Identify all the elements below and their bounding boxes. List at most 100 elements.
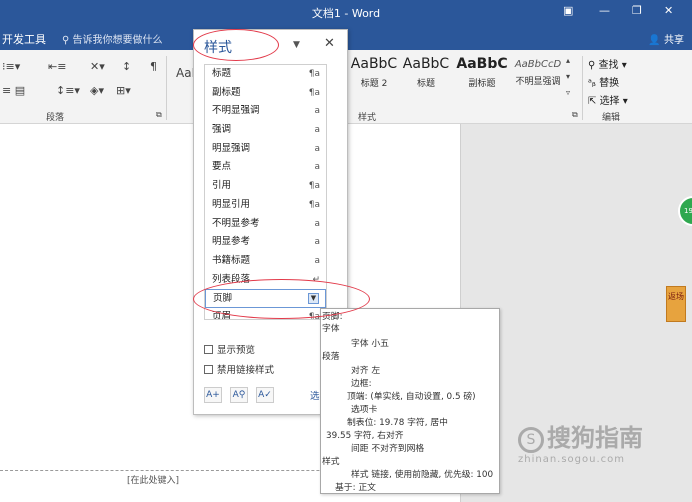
sort-icon[interactable]: ↕: [122, 60, 131, 73]
list-item-label: 要点: [212, 161, 232, 173]
style-type-icon: a: [314, 106, 320, 117]
paragraph-group-label: 段落: [46, 113, 65, 123]
style-item-strong[interactable]: 要点 a: [205, 158, 326, 177]
watermark: S 搜狗指南 zhinan.sogou.com: [518, 418, 643, 465]
show-preview-checkbox[interactable]: 显示预览: [204, 342, 255, 356]
style-sample: AaBbC: [456, 56, 508, 72]
chinese-layout-icon[interactable]: ✕▾: [90, 60, 105, 73]
gallery-scroll-up-icon[interactable]: ▴: [566, 56, 570, 65]
checkbox-label: 显示预览: [217, 345, 256, 356]
tooltip-line: 选项卡: [351, 405, 378, 415]
title-bar: 文档1 - Word ▣ — ❐ ✕: [0, 0, 692, 26]
manage-styles-icon: A✓: [258, 390, 272, 400]
tooltip-line: 字体 小五: [351, 339, 389, 349]
sogou-logo-icon: S: [518, 427, 544, 453]
bullets-icon[interactable]: ⁝≡▾: [2, 60, 20, 73]
list-item-label: 副标题: [212, 86, 241, 98]
tooltip-line: 39.55 字符, 右对齐: [326, 431, 404, 441]
align-icon[interactable]: ≡ ▤: [2, 84, 25, 97]
person-icon: 👤: [648, 35, 661, 46]
style-inspector-icon: A⚲: [232, 390, 246, 400]
side-tag[interactable]: 返场: [666, 286, 686, 322]
list-item-label: 明显引用: [212, 198, 251, 210]
tooltip-line: 对齐 左: [351, 366, 381, 376]
list-item-label: 标题: [212, 68, 232, 79]
close-icon[interactable]: ✕: [324, 36, 335, 51]
style-name: 不明显强调: [515, 77, 561, 87]
style-type-icon: ¶a: [308, 69, 320, 79]
select-button[interactable]: ⇱ 选择 ▾: [588, 92, 628, 107]
tooltip-line: 样式: [322, 457, 340, 467]
pane-options-dropdown-icon[interactable]: ▼: [293, 40, 300, 50]
style-item-emphasis[interactable]: 强调 a: [205, 121, 326, 140]
style-inspector-button[interactable]: A⚲: [230, 387, 248, 403]
style-item-subtle-reference[interactable]: 不明显参考 a: [205, 215, 326, 234]
tooltip-line: 间距 不对齐到网格: [351, 444, 425, 454]
borders-icon[interactable]: ⊞▾: [116, 84, 131, 97]
style-item-book-title[interactable]: 书籍标题 a: [205, 252, 326, 271]
manage-styles-button[interactable]: A✓: [256, 387, 274, 403]
checkbox-box: [204, 345, 213, 354]
select-label: 选择: [599, 96, 620, 107]
decrease-indent-icon[interactable]: ⇤≡: [48, 60, 66, 73]
minimize-icon[interactable]: —: [599, 4, 610, 17]
show-marks-icon[interactable]: ¶: [150, 60, 157, 73]
paragraph-dialog-launcher-icon[interactable]: ⧉: [156, 110, 162, 120]
restore-icon[interactable]: ❐: [632, 4, 642, 17]
gallery-scroll-down-icon[interactable]: ▾: [566, 72, 570, 81]
share-label: 共享: [664, 35, 684, 46]
find-button[interactable]: ⚲ 查找 ▾: [588, 56, 627, 71]
ribbon-display-options-icon[interactable]: ▣: [563, 4, 573, 17]
styles-gallery: AaBbC 标题 2 AaBbC 标题 AaBbC 副标题 AaBbCcD 不明…: [346, 56, 568, 102]
checkbox-box: [204, 365, 213, 374]
disable-linked-styles-checkbox[interactable]: 禁用链接样式: [204, 362, 274, 376]
style-type-icon: a: [314, 162, 320, 173]
style-sample: AaBbCcD: [514, 59, 562, 70]
line-spacing-icon[interactable]: ↕≡▾: [56, 84, 80, 97]
tooltip-line: 顶端: (单实线, 自动设置, 0.5 磅): [347, 392, 476, 402]
style-type-icon: ¶a: [308, 87, 320, 98]
style-item-subtle-emphasis[interactable]: 不明显强调 a: [205, 102, 326, 121]
style-subtitle[interactable]: AaBbC 副标题: [454, 56, 510, 89]
tab-developer[interactable]: 开发工具: [2, 31, 46, 47]
style-type-icon: a: [314, 237, 320, 248]
style-item-title[interactable]: 标题 ¶a: [205, 65, 326, 84]
footer-placeholder[interactable]: [在此处键入]: [127, 473, 179, 486]
tell-me-label: 告诉我你想要做什么: [72, 35, 163, 46]
watermark-url: zhinan.sogou.com: [518, 454, 626, 465]
annotation-ellipse-footer: [193, 279, 370, 319]
share-button[interactable]: 👤 共享: [648, 31, 684, 46]
style-title[interactable]: AaBbC 标题: [398, 56, 454, 89]
find-label: 查找: [598, 60, 619, 71]
style-type-icon: ¶a: [308, 199, 320, 210]
style-item-subtitle[interactable]: 副标题 ¶a: [205, 84, 326, 103]
shading-icon[interactable]: ◈▾: [90, 84, 104, 97]
list-item-label: 书籍标题: [212, 254, 251, 266]
styles-dialog-launcher-icon[interactable]: ⧉: [572, 110, 578, 120]
cursor-icon: ⇱: [588, 96, 600, 107]
styles-group-label: 样式: [358, 113, 377, 123]
style-item-intense-quote[interactable]: 明显引用 ¶a: [205, 196, 326, 215]
style-item-intense-emphasis[interactable]: 明显强调 a: [205, 140, 326, 159]
style-subtle-emphasis[interactable]: AaBbCcD 不明显强调: [510, 56, 566, 87]
editing-group-label: 编辑: [602, 113, 621, 123]
tooltip-line: 字体: [322, 324, 340, 334]
replace-icon: ᵃᵦ: [588, 78, 600, 89]
tell-me-box[interactable]: ⚲ 告诉我你想要做什么: [62, 31, 163, 46]
watermark-main: 搜狗指南: [547, 424, 643, 452]
gallery-more-icon[interactable]: ▿: [566, 88, 570, 97]
style-item-quote[interactable]: 引用 ¶a: [205, 177, 326, 196]
tooltip-line: 制表位: 19.78 字符, 居中: [347, 418, 448, 428]
style-item-intense-reference[interactable]: 明显参考 a: [205, 233, 326, 252]
options-link[interactable]: 选: [310, 388, 320, 402]
new-style-button[interactable]: A+: [204, 387, 222, 403]
tooltip-line: 边框:: [351, 379, 372, 389]
style-type-icon: a: [314, 255, 320, 266]
new-style-icon: A+: [206, 390, 220, 400]
list-item-label: 明显参考: [212, 236, 251, 248]
close-window-icon[interactable]: ✕: [664, 4, 673, 17]
replace-button[interactable]: ᵃᵦ 替换: [588, 74, 619, 89]
tooltip-line: 样式 链接, 使用前隐藏, 优先级: 100: [351, 470, 494, 480]
style-sample: AaBbC: [350, 56, 398, 72]
style-heading2[interactable]: AaBbC 标题 2: [346, 56, 402, 89]
